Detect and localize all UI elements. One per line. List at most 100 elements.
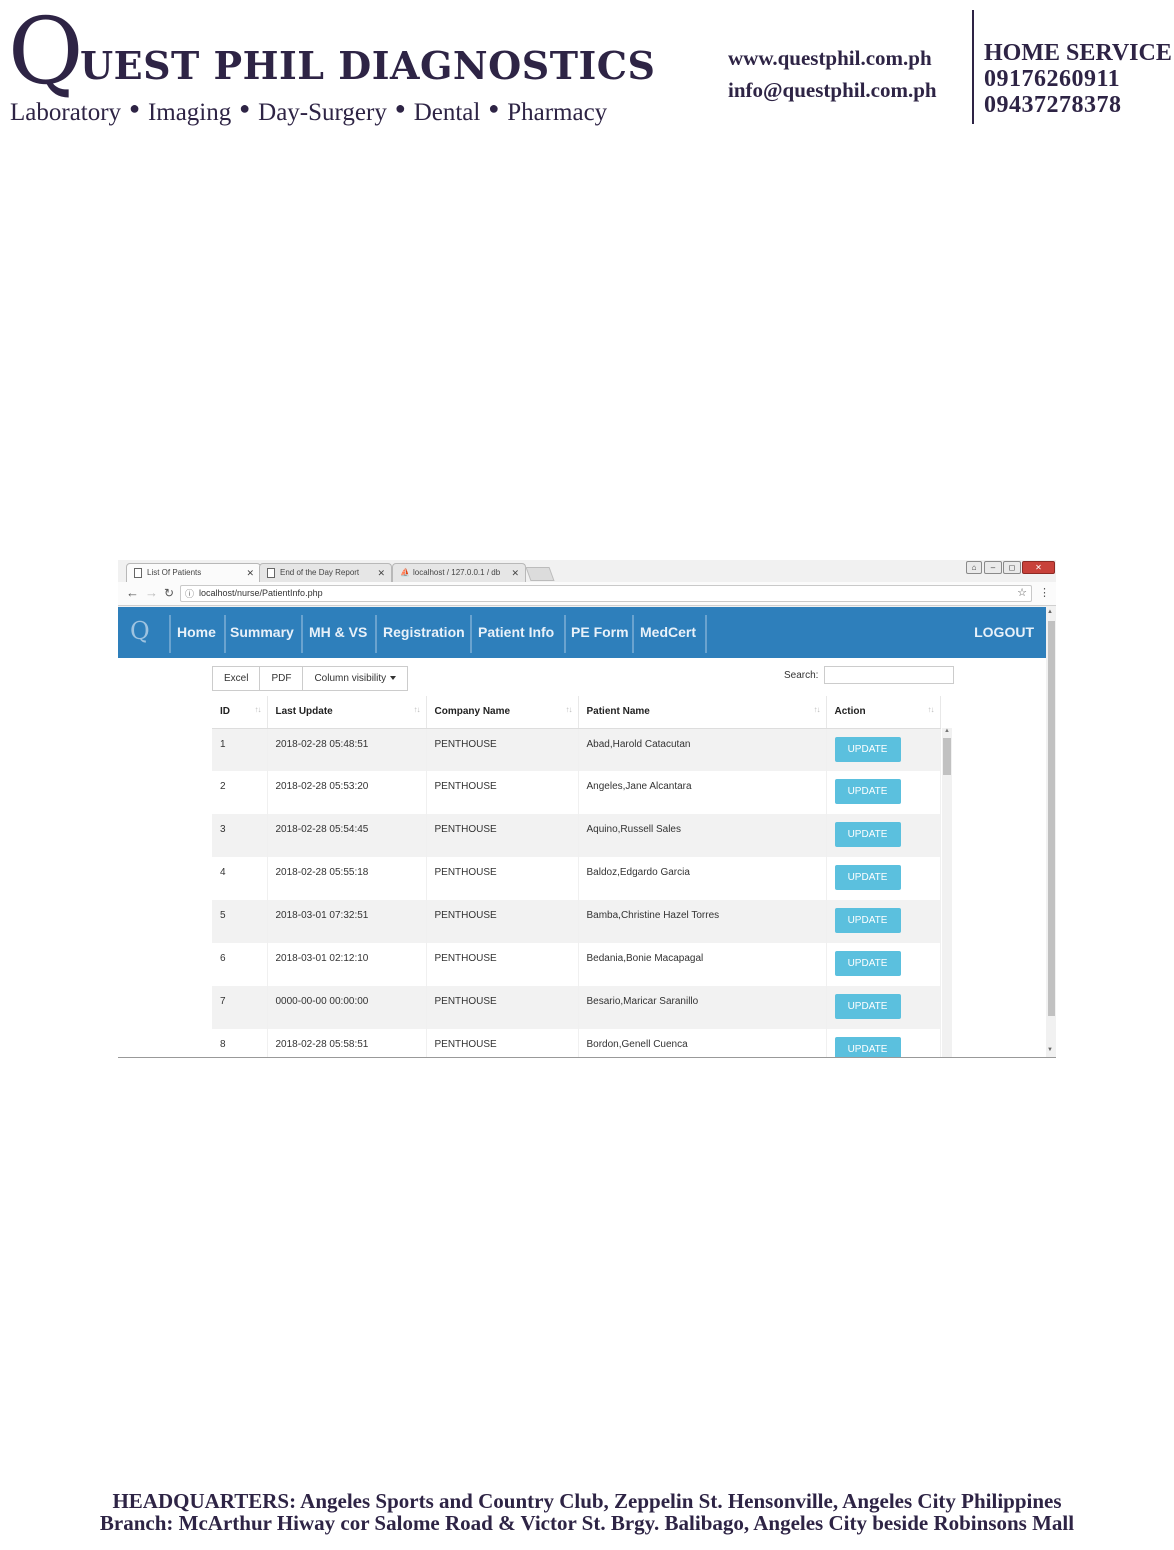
cell-last-update: 2018-02-28 05:48:51 xyxy=(267,728,427,771)
column-visibility-label: Column visibility xyxy=(314,673,387,684)
bullet-icon: ● xyxy=(239,98,251,118)
cell-id: 2 xyxy=(212,771,268,814)
column-header-patient-name[interactable]: Patient Name ↑↓ xyxy=(578,696,827,729)
cell-company: PENTHOUSE xyxy=(426,814,579,857)
back-icon[interactable]: ← xyxy=(126,584,139,602)
update-button[interactable]: UPDATE xyxy=(834,951,901,976)
update-button[interactable]: UPDATE xyxy=(834,736,901,762)
nav-medcert[interactable]: MedCert xyxy=(640,622,696,642)
update-button[interactable]: UPDATE xyxy=(834,779,901,804)
services-line: Laboratory ● Imaging ● Day-Surgery ● Dental ● Ph… xyxy=(10,92,615,129)
update-button[interactable]: UPDATE xyxy=(834,994,901,1019)
branch-address: Branch: McArthur Hiway cor Salome Road &… xyxy=(99,1511,1075,1535)
page-icon xyxy=(134,568,142,578)
cell-company: PENTHOUSE xyxy=(426,857,579,900)
update-button[interactable]: UPDATE xyxy=(834,865,901,890)
nav-separator xyxy=(705,615,707,653)
nav-summary[interactable]: Summary xyxy=(230,622,294,642)
cell-action: UPDATE xyxy=(826,900,941,943)
bookmark-star-icon[interactable]: ☆ xyxy=(1017,586,1027,601)
table-row: 8 2018-02-28 05:58:51 PENTHOUSE Bordon,G… xyxy=(212,1029,941,1057)
cell-id: 3 xyxy=(212,814,268,857)
cell-last-update: 2018-02-28 05:58:51 xyxy=(267,1029,427,1057)
scroll-down-icon[interactable]: ▼ xyxy=(1047,1047,1053,1053)
nav-mh-vs[interactable]: MH & VS xyxy=(309,622,367,642)
forward-icon[interactable]: → xyxy=(145,584,158,602)
pdf-button[interactable]: PDF xyxy=(260,667,304,690)
reload-icon[interactable]: ↻ xyxy=(164,584,174,602)
phone-number: 09176260911 xyxy=(984,66,1121,92)
column-header-company-name[interactable]: Company Name ↑↓ xyxy=(426,696,579,729)
cell-last-update: 2018-02-28 05:54:45 xyxy=(267,814,427,857)
cell-action: UPDATE xyxy=(826,986,941,1029)
contact-block: www.questphil.com.ph info@questphil.com.… xyxy=(728,42,937,106)
browser-tab[interactable]: List Of Patients ✕ xyxy=(126,563,261,582)
page-scrollbar[interactable]: ▲ ▼ xyxy=(1046,607,1056,1057)
update-button[interactable]: UPDATE xyxy=(834,1037,901,1057)
minimize-icon[interactable]: – xyxy=(984,561,1002,574)
cell-id: 8 xyxy=(212,1029,268,1057)
letterhead-footer: HEADQUARTERS: Angeles Sports and Country… xyxy=(0,1490,1174,1534)
url-input[interactable]: ⓘ localhost/nurse/PatientInfo.php ☆ xyxy=(180,585,1032,602)
table-scrollbar[interactable]: ▲ xyxy=(942,728,952,1057)
nav-home[interactable]: Home xyxy=(177,622,216,642)
nav-registration[interactable]: Registration xyxy=(383,622,465,642)
close-icon[interactable]: ✕ xyxy=(511,564,519,582)
profile-icon[interactable]: ⌂ xyxy=(966,561,982,574)
cell-patient-name: Baldoz,Edgardo Garcia xyxy=(578,857,827,900)
column-visibility-button[interactable]: Column visibility xyxy=(303,667,407,690)
logout-link[interactable]: LOGOUT xyxy=(974,622,1034,642)
service-item: Day-Surgery xyxy=(258,99,387,126)
scroll-up-icon[interactable]: ▲ xyxy=(1047,609,1053,615)
cell-patient-name: Abad,Harold Catacutan xyxy=(578,728,827,771)
new-tab-button[interactable] xyxy=(525,567,555,581)
table-row: 5 2018-03-01 07:32:51 PENTHOUSE Bamba,Ch… xyxy=(212,900,941,943)
url-text: localhost/nurse/PatientInfo.php xyxy=(199,588,323,598)
search-input[interactable] xyxy=(824,666,954,684)
nav-separator xyxy=(301,615,303,653)
letterhead-brand: Q UEST PHIL DIAGNOSTICS Laboratory ● Imagi… xyxy=(8,6,698,127)
cell-id: 6 xyxy=(212,943,268,986)
close-icon[interactable]: ✕ xyxy=(246,564,254,582)
cell-action: UPDATE xyxy=(826,943,941,986)
close-icon[interactable]: ✕ xyxy=(377,564,385,582)
cell-patient-name: Bordon,Genell Cuenca xyxy=(578,1029,827,1057)
sort-icon: ↑↓ xyxy=(813,705,821,714)
table-row: 6 2018-03-01 02:12:10 PENTHOUSE Bedania,… xyxy=(212,943,941,986)
nav-pe-form[interactable]: PE Form xyxy=(571,622,629,642)
cell-action: UPDATE xyxy=(826,1029,941,1057)
excel-button[interactable]: Excel xyxy=(213,667,261,690)
update-button[interactable]: UPDATE xyxy=(834,822,901,847)
browser-tab[interactable]: ⛵ localhost / 127.0.0.1 / db ✕ xyxy=(392,563,526,582)
address-bar: ← → ↻ ⓘ localhost/nurse/PatientInfo.php … xyxy=(118,582,1056,606)
table-scroll-thumb[interactable] xyxy=(943,738,951,775)
close-window-icon[interactable]: ✕ xyxy=(1022,561,1055,574)
company-name: UEST PHIL DIAGNOSTICS xyxy=(80,43,656,88)
cell-patient-name: Bamba,Christine Hazel Torres xyxy=(578,900,827,943)
cell-id: 7 xyxy=(212,986,268,1029)
update-button[interactable]: UPDATE xyxy=(834,908,901,933)
sort-icon: ↑↓ xyxy=(413,705,421,714)
cell-patient-name: Besario,Maricar Saranillo xyxy=(578,986,827,1029)
column-header-last-update[interactable]: Last Update ↑↓ xyxy=(267,696,427,729)
cell-action: UPDATE xyxy=(826,728,941,771)
nav-patient-info[interactable]: Patient Info xyxy=(478,622,554,642)
column-header-id[interactable]: ID ↑↓ xyxy=(212,696,268,729)
cell-id: 4 xyxy=(212,857,268,900)
cell-action: UPDATE xyxy=(826,771,941,814)
page-scroll-thumb[interactable] xyxy=(1048,621,1055,1016)
browser-menu-icon[interactable]: ⋮ xyxy=(1039,586,1050,600)
service-item: Dental xyxy=(413,99,481,126)
table-row: 1 2018-02-28 05:48:51 PENTHOUSE Abad,Har… xyxy=(212,728,941,771)
maximize-icon[interactable]: ◻ xyxy=(1003,561,1021,574)
scroll-up-icon[interactable]: ▲ xyxy=(944,728,950,734)
cell-last-update: 2018-02-28 05:53:20 xyxy=(267,771,427,814)
service-item: Laboratory xyxy=(10,99,122,126)
website: www.questphil.com.ph xyxy=(728,46,932,70)
browser-tab[interactable]: End of the Day Report ✕ xyxy=(259,563,392,582)
cell-company: PENTHOUSE xyxy=(426,986,579,1029)
table-row: 7 0000-00-00 00:00:00 PENTHOUSE Besario,… xyxy=(212,986,941,1029)
column-header-action[interactable]: Action ↑↓ xyxy=(826,696,941,729)
app-logo[interactable]: Q xyxy=(130,616,150,646)
nav-separator xyxy=(564,615,566,653)
